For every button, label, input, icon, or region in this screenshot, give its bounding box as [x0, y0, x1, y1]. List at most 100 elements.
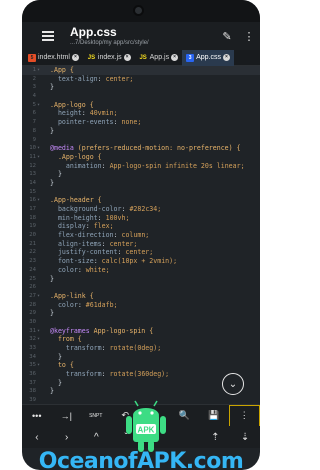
code-line[interactable]: 18 min-height: 100vh; [22, 214, 260, 223]
close-icon[interactable]: × [171, 54, 179, 61]
android-robot-logo: APK [126, 400, 166, 452]
code-line[interactable]: 13 } [22, 170, 260, 179]
tab-app-js[interactable]: JS App.js × [135, 50, 182, 66]
tab-index-html[interactable]: 5 index.html × [24, 50, 83, 66]
code-line[interactable]: 3} [22, 83, 260, 92]
code-text: flex-direction: column; [57, 231, 150, 240]
line-number: 38 [29, 388, 36, 395]
line-number: 37 [29, 379, 36, 386]
snippet-icon[interactable]: SNPT [81, 405, 111, 427]
arrow-right-icon[interactable]: › [52, 426, 82, 448]
code-line[interactable]: 27 ▾ .App-link { [22, 292, 260, 301]
code-line[interactable]: 17 background-color: #282c34; [22, 205, 260, 214]
close-icon[interactable]: × [223, 54, 231, 61]
code-text: .App-link { [50, 291, 94, 300]
code-line[interactable]: 20 flex-direction: column; [22, 231, 260, 240]
more-vert-icon[interactable]: ⋮ [238, 22, 260, 50]
code-line[interactable]: 4 [22, 92, 260, 101]
code-text: @media (prefers-reduced-motion: no-prefe… [50, 144, 241, 153]
code-line[interactable]: 5 ▾ .App-logo { [22, 101, 260, 110]
code-text: pointer-events: none; [57, 118, 142, 127]
code-editor[interactable]: 1 ▾ .App {2 text-align: center; 3} 4 5 ▾ .App-l… [22, 66, 260, 401]
code-line[interactable]: 7 pointer-events: none; [22, 118, 260, 127]
fold-chevron-icon[interactable]: ▾ [37, 327, 40, 336]
code-line[interactable]: 19 display: flex; [22, 222, 260, 231]
code-line[interactable]: 28 color: #61dafb; [22, 301, 260, 310]
code-line[interactable]: 11 ▾ .App-logo { [22, 153, 260, 162]
code-line[interactable]: 33 transform: rotate(0deg); [22, 344, 260, 353]
code-text: color: white; [57, 265, 110, 274]
line-number: 1 [32, 67, 36, 73]
code-text: transform: rotate(0deg); [65, 344, 162, 352]
html-file-icon: 5 [28, 53, 36, 62]
fold-chevron-icon[interactable]: ▾ [37, 361, 40, 370]
code-line[interactable]: 24 color: white; [22, 266, 260, 275]
fold-chevron-icon[interactable]: ▾ [37, 101, 40, 110]
line-number: 8 [32, 127, 36, 134]
code-line[interactable]: 30 [22, 318, 260, 327]
page-up-icon[interactable]: ⇡ [201, 426, 231, 448]
code-line[interactable]: 14} [22, 179, 260, 188]
code-line[interactable]: 21 align-items: center; [22, 240, 260, 249]
line-number: 27 [29, 292, 36, 299]
code-line[interactable]: 26 [22, 283, 260, 292]
fold-chevron-icon[interactable]: ▾ [37, 196, 40, 205]
code-text: } [50, 170, 62, 179]
code-line[interactable]: 34 } [22, 353, 260, 362]
code-text: } [50, 274, 54, 283]
more-vert-icon[interactable]: ⋮ [228, 404, 260, 427]
page-down-icon[interactable]: ⇣ [230, 426, 260, 448]
code-line[interactable]: 2 text-align: center; [22, 75, 260, 84]
code-line[interactable]: 22 justify-content: center; [22, 248, 260, 257]
fold-chevron-icon[interactable]: ▾ [37, 66, 40, 75]
file-title: App.css [70, 25, 117, 39]
code-line[interactable]: 10 ▾ @media (prefers-reduced-motion: no-pr… [22, 144, 260, 153]
close-icon[interactable]: × [71, 54, 79, 61]
code-line[interactable]: 29} [22, 309, 260, 318]
line-number: 4 [32, 93, 36, 100]
code-line[interactable]: 16 ▾ .App-header { [22, 196, 260, 205]
save-icon[interactable]: 💾 [199, 405, 229, 427]
code-line[interactable]: 12 animation: App-logo-spin infinite 20s… [22, 162, 260, 171]
code-line[interactable]: 1 ▾ .App { [22, 66, 260, 75]
line-number: 14 [29, 179, 36, 186]
code-line[interactable]: 23 font-size: calc(10px + 2vmin); [22, 257, 260, 266]
code-text: color: #61dafb; [57, 300, 118, 309]
pencil-icon[interactable]: ✎ [216, 22, 238, 50]
code-text: align-items: center; [57, 239, 138, 248]
line-number: 24 [29, 266, 36, 273]
code-line[interactable]: 31 ▾ @keyframes App-logo-spin { [22, 327, 260, 336]
arrow-up-icon[interactable]: ^ [82, 426, 112, 448]
fold-chevron-icon[interactable]: ▾ [37, 153, 40, 162]
fold-chevron-icon[interactable]: ▾ [37, 144, 40, 153]
fold-chevron-icon[interactable]: ▾ [37, 335, 40, 344]
code-line[interactable]: 25} [22, 275, 260, 284]
code-line[interactable]: 15 [22, 188, 260, 197]
hamburger-menu-icon[interactable] [36, 22, 60, 50]
close-icon[interactable]: × [123, 54, 131, 61]
code-line[interactable]: 9 [22, 136, 260, 145]
code-text: to { [57, 361, 74, 370]
tab-label: index.js [97, 54, 122, 61]
tab-icon[interactable]: →| [52, 405, 82, 427]
code-text: .App { [50, 66, 74, 74]
code-line[interactable]: 32 ▾ from { [22, 335, 260, 344]
tab-index-js[interactable]: JS index.js × [83, 50, 135, 66]
code-line[interactable]: 8} [22, 127, 260, 136]
line-number: 11 [29, 153, 36, 160]
code-text: } [50, 178, 54, 187]
arrow-left-icon[interactable]: ‹ [22, 426, 52, 448]
code-line[interactable]: 6 height: 40vmin; [22, 109, 260, 118]
file-tabs: 5 index.html × JS index.js × JS App.js × 3 App.css… [22, 49, 260, 66]
line-number: 34 [29, 353, 36, 360]
tab-app-css[interactable]: 3 App.css × [182, 49, 235, 66]
fold-chevron-icon[interactable]: ▾ [37, 292, 40, 301]
collapse-keyboard-button[interactable]: ⌄ [222, 373, 244, 395]
ellipsis-icon[interactable]: ••• [22, 405, 52, 427]
code-line[interactable]: 35 ▾ to { [22, 361, 260, 370]
search-icon[interactable]: 🔍 [170, 405, 200, 427]
